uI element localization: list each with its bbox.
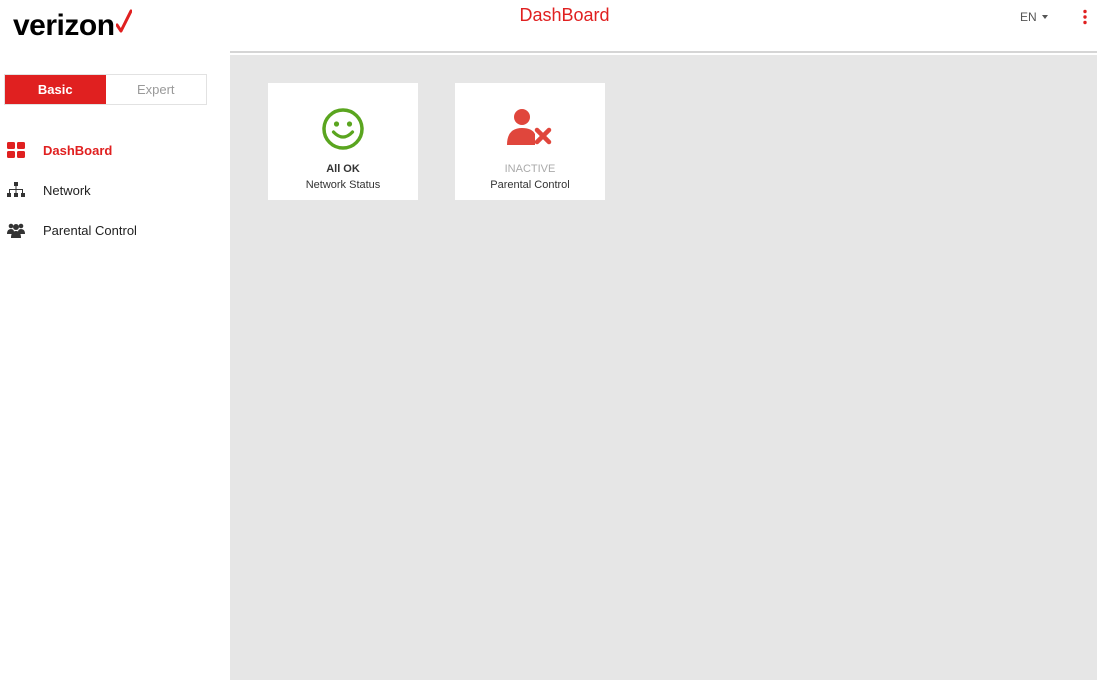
sidebar: verizon Basic Expert DashBoard Network P… bbox=[0, 0, 230, 680]
top-bar: DashBoard EN bbox=[230, 0, 1097, 53]
network-status-value: All OK bbox=[326, 163, 360, 175]
sidebar-item-parental-control[interactable]: Parental Control bbox=[0, 210, 230, 250]
logo-text: verizon bbox=[13, 9, 115, 42]
sidebar-item-label: Parental Control bbox=[43, 222, 137, 238]
network-status-label: Network Status bbox=[305, 179, 381, 191]
user-blocked-icon bbox=[455, 107, 605, 151]
users-group-icon bbox=[7, 221, 25, 239]
sidebar-item-network[interactable]: Network bbox=[0, 170, 230, 210]
checkmark-logo-icon bbox=[115, 9, 132, 33]
network-hierarchy-icon bbox=[7, 181, 25, 199]
page-title: DashBoard bbox=[519, 5, 610, 25]
network-status-card[interactable]: All OK Network Status bbox=[268, 83, 418, 200]
kebab-menu-icon[interactable] bbox=[1080, 9, 1090, 25]
parental-control-label: Parental Control bbox=[490, 179, 570, 191]
dashboard-content: All OK Network Status INACTIVE Parental … bbox=[230, 55, 1097, 680]
dashboard-grid-icon bbox=[7, 141, 25, 159]
sidebar-item-dashboard[interactable]: DashBoard bbox=[0, 130, 230, 170]
sidebar-item-label: DashBoard bbox=[43, 142, 113, 158]
sidebar-item-label: Network bbox=[43, 182, 91, 198]
mode-toggle: Basic Expert bbox=[4, 74, 207, 105]
sidebar-nav: DashBoard Network Parental Control bbox=[0, 130, 230, 250]
basic-mode-button[interactable]: Basic bbox=[5, 75, 106, 104]
expert-mode-button[interactable]: Expert bbox=[105, 75, 206, 104]
verizon-logo[interactable]: verizon bbox=[13, 7, 132, 47]
language-selector[interactable]: EN bbox=[1020, 10, 1048, 24]
language-label: EN bbox=[1020, 10, 1037, 24]
caret-down-icon bbox=[1041, 15, 1048, 19]
smiley-face-icon bbox=[268, 107, 418, 151]
parental-control-value: INACTIVE bbox=[504, 163, 556, 175]
parental-control-card[interactable]: INACTIVE Parental Control bbox=[455, 83, 605, 200]
